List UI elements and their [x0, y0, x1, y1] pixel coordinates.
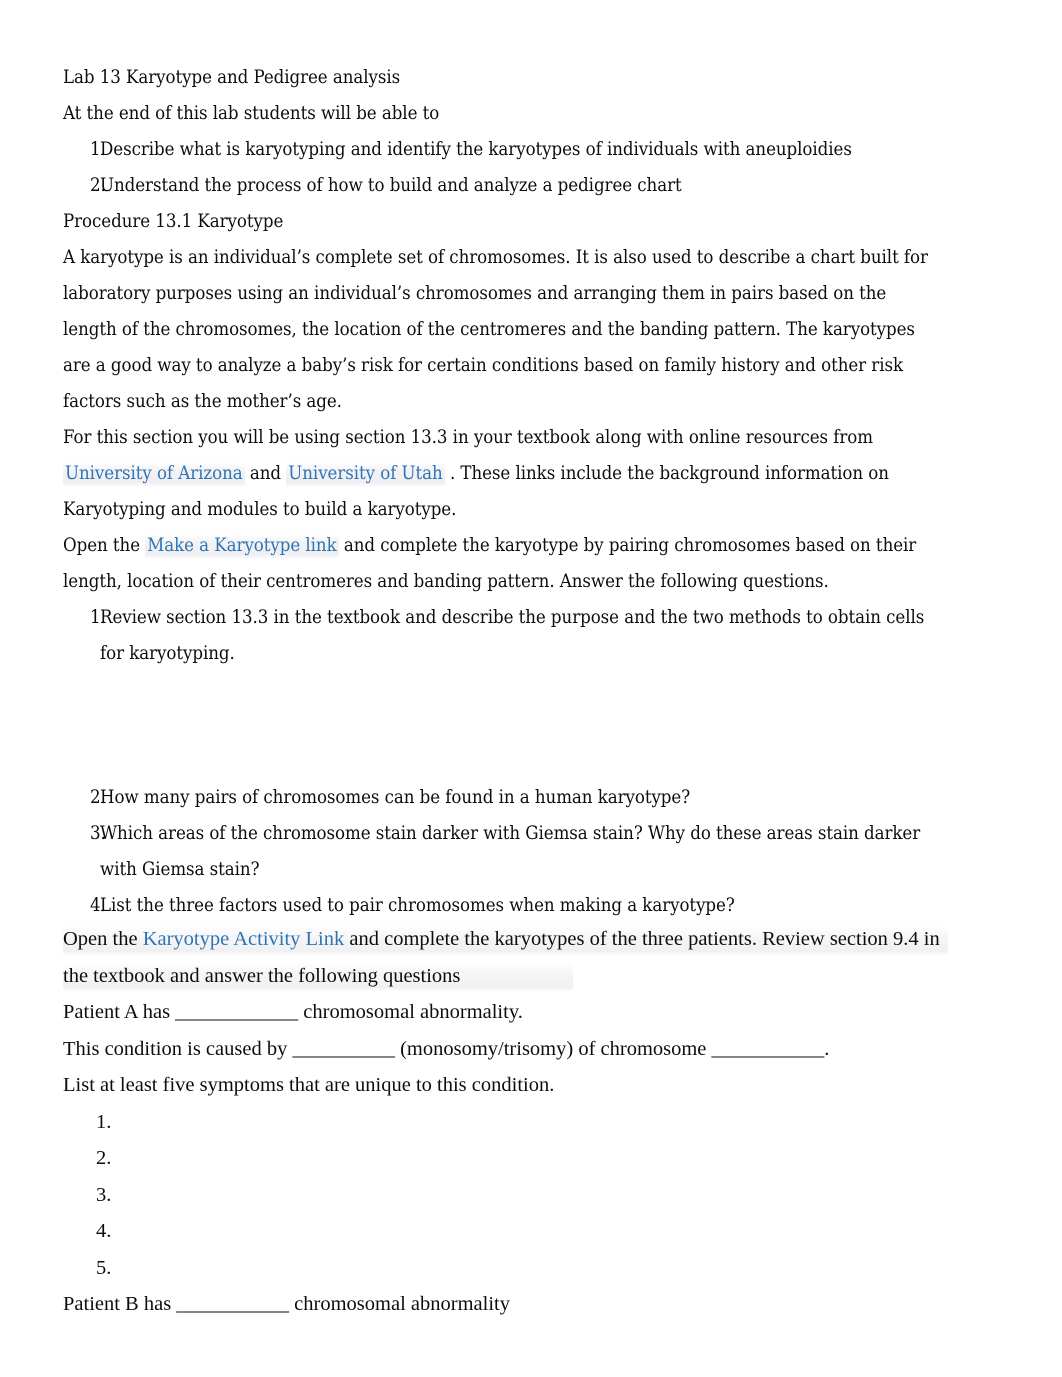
- patient-a-cause-line: This condition is caused by __________ (…: [63, 1037, 830, 1060]
- list-item-number: 2.: [96, 1147, 112, 1169]
- list-item-number: 4.: [90, 895, 106, 916]
- symptoms-list: 1. 2. 3. 4. 5.: [63, 1104, 953, 1287]
- list-item: 1. Review section 13.3 in the textbook a…: [63, 600, 943, 672]
- questions-list: 1. Review section 13.3 in the textbook a…: [63, 600, 943, 924]
- list-item-number: 1.: [96, 1110, 112, 1133]
- activity-text-before: Open the: [63, 928, 143, 950]
- make-karyotype-text-before: Open the: [63, 535, 146, 556]
- list-item: 4.: [63, 1213, 953, 1250]
- list-item: 1.: [63, 1104, 953, 1141]
- patient-a-abnormality-line: Patient A has ____________ chromosomal a…: [63, 1001, 523, 1023]
- list-item-number: 1.: [90, 607, 106, 628]
- online-resources-paragraph: For this section you will be using secti…: [63, 420, 943, 528]
- question-text: Which areas of the chromosome stain dark…: [100, 823, 921, 880]
- objectives-list: 1. Describe what is karyotyping and iden…: [63, 132, 943, 204]
- list-item-number: 3.: [90, 823, 106, 844]
- list-item: 3. Which areas of the chromosome stain d…: [63, 816, 943, 888]
- list-item-number: 5.: [96, 1256, 112, 1279]
- answer-space-question-1: [63, 672, 943, 780]
- list-item: 5.: [63, 1250, 953, 1287]
- list-item-number: 2.: [90, 787, 106, 808]
- document-upper-section: Lab 13 Karyotype and Pedigree analysis A…: [63, 60, 943, 924]
- document-lower-section: Open the Karyotype Activity Link and com…: [63, 921, 953, 1323]
- page-title: Lab 13 Karyotype and Pedigree analysis: [63, 67, 401, 88]
- list-item: 2. How many pairs of chromosomes can be …: [63, 780, 943, 816]
- list-item: 4. List the three factors used to pair c…: [63, 888, 943, 924]
- link-university-of-arizona[interactable]: University of Arizona: [63, 462, 245, 487]
- list-item-number: 4.: [96, 1220, 112, 1242]
- list-item: 2. Understand the process of how to buil…: [63, 168, 943, 204]
- list-item: 1. Describe what is karyotyping and iden…: [63, 132, 943, 168]
- karyotype-definition-paragraph: A karyotype is an individual’s complete …: [63, 247, 928, 412]
- list-item-number: 1.: [90, 139, 106, 160]
- question-text: Review section 13.3 in the textbook and …: [100, 607, 925, 664]
- patient-b-abnormality-line: Patient B has ___________ chromosomal ab…: [63, 1293, 510, 1315]
- question-text: How many pairs of chromosomes can be fou…: [100, 787, 691, 808]
- document-page: Lab 13 Karyotype and Pedigree analysis A…: [0, 0, 1062, 1377]
- question-text: List the three factors used to pair chro…: [100, 895, 735, 916]
- list-item: 3.: [63, 1177, 953, 1214]
- list-item-label: Understand the process of how to build a…: [100, 175, 682, 196]
- list-item-label: Describe what is karyotyping and identif…: [100, 139, 852, 160]
- link-karyotype-activity[interactable]: Karyotype Activity Link: [143, 928, 345, 950]
- procedure-heading: Procedure 13.1 Karyotype: [63, 211, 284, 232]
- objectives-intro: At the end of this lab students will be …: [63, 103, 440, 124]
- patient-a-symptoms-prompt: List at least five symptoms that are uni…: [63, 1074, 555, 1096]
- list-item-number: 2.: [90, 175, 106, 196]
- resources-text-between: and: [244, 463, 287, 484]
- link-university-of-utah[interactable]: University of Utah: [286, 462, 445, 487]
- list-item: 2.: [63, 1140, 953, 1177]
- link-make-a-karyotype[interactable]: Make a Karyotype link: [145, 534, 339, 559]
- make-karyotype-paragraph: Open the Make a Karyotype link and compl…: [63, 528, 943, 600]
- list-item-number: 3.: [96, 1183, 112, 1206]
- karyotype-activity-paragraph: Open the Karyotype Activity Link and com…: [63, 921, 953, 994]
- resources-text-before: For this section you will be using secti…: [63, 427, 873, 448]
